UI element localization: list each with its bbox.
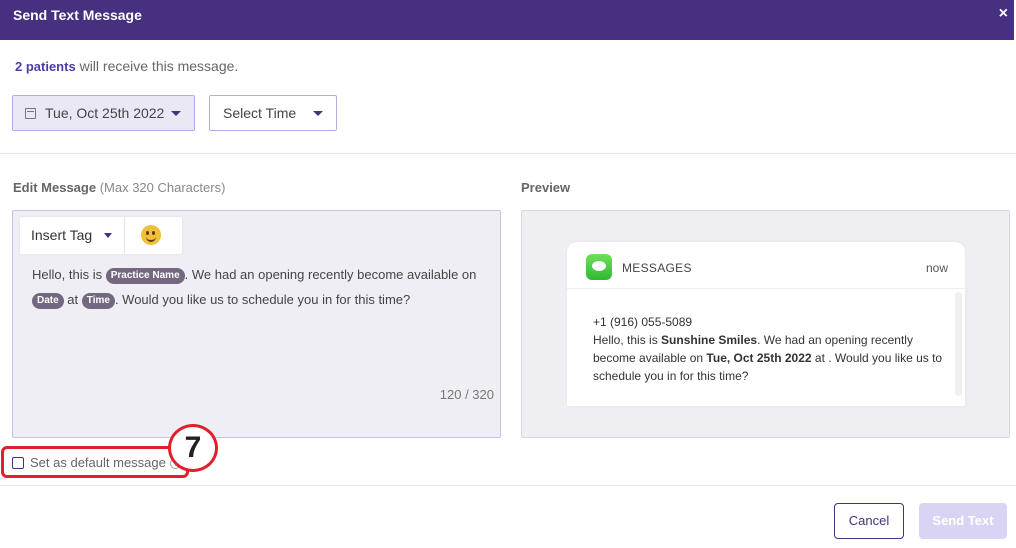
annotation-highlight [1,446,189,478]
recipients-summary: 2 patients will receive this message. [15,58,238,74]
sender-phone: +1 (916) 055-5089 [593,315,693,329]
insert-tag-dropdown[interactable]: Insert Tag [20,217,125,254]
notification-body: +1 (916) 055-5089 Hello, this is Sunshin… [593,313,943,385]
time-placeholder: Select Time [223,105,297,121]
tag-practice-name[interactable]: Practice Name [105,268,185,284]
emoji-icon[interactable] [141,225,161,245]
notification-time: now [925,261,948,275]
date-value: Tue, Oct 25th 2022 [45,105,165,121]
send-text-button[interactable]: Send Text [919,503,1007,539]
patient-count: 2 patients [15,59,76,74]
practice-name: Sunshine Smiles [661,333,758,347]
editor-toolbar: Insert Tag [20,217,182,254]
message-line-1: Hello, this is Practice Name. We had an … [32,267,477,284]
message-editor[interactable]: Insert Tag Hello, this is Practice Name.… [12,210,501,438]
chevron-down-icon [313,111,323,116]
character-counter: 120 / 320 [439,387,494,402]
recipients-suffix: will receive this message. [75,58,239,74]
message-line-2: Date at Time. Would you like us to sched… [32,292,410,309]
tag-date[interactable]: Date [32,293,64,309]
calendar-icon [25,108,36,119]
notification-card: MESSAGES now +1 (916) 055-5089 Hello, th… [567,242,965,406]
app-name: MESSAGES [622,261,692,275]
edit-message-label: Edit Message (Max 320 Characters) [13,180,226,195]
preview-panel: MESSAGES now +1 (916) 055-5089 Hello, th… [521,210,1010,438]
annotation-step-badge: 7 [168,424,218,472]
preview-date: Tue, Oct 25th 2022 [706,351,812,365]
cancel-button[interactable]: Cancel [834,503,904,539]
close-icon[interactable]: × [999,5,1008,23]
messages-app-icon [586,254,612,280]
notification-header: MESSAGES now [567,242,965,289]
preview-message: Hello, this is Sunshine Smiles. We had a… [593,333,943,383]
preview-scrollbar[interactable] [955,292,962,396]
date-select[interactable]: Tue, Oct 25th 2022 [12,95,195,131]
modal-title: Send Text Message [13,7,142,23]
chevron-down-icon [104,233,112,238]
section-divider [0,153,1016,154]
footer-divider [0,485,1016,486]
chevron-down-icon [171,111,181,116]
modal-header: Send Text Message × [0,0,1014,40]
time-select[interactable]: Select Time [209,95,337,131]
send-text-modal: Send Text Message × 2 patients will rece… [0,0,1016,548]
tag-time[interactable]: Time [81,293,115,309]
max-chars-note: (Max 320 Characters) [96,180,226,195]
preview-label: Preview [521,180,571,195]
